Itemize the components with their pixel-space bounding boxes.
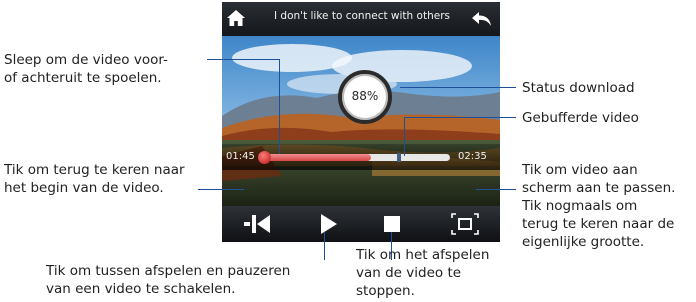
video-player-screen: I don't like to connect with others 88% … xyxy=(222,2,500,242)
progress-thumb[interactable] xyxy=(258,151,271,164)
seek-annotation: Sleep om de video voor- of achteruit te … xyxy=(4,51,168,87)
fit-annotation-line: Tik nogmaals om xyxy=(522,198,638,214)
restart-annotation-line: Tik om terug te keren naar xyxy=(4,162,185,178)
back-arrow-icon xyxy=(472,12,491,26)
fit-callout-line xyxy=(476,189,516,190)
play-icon xyxy=(321,214,337,234)
status-download-annotation: Status download xyxy=(522,80,635,96)
status-callout-line xyxy=(400,87,516,88)
stop-button[interactable] xyxy=(382,214,402,234)
fit-annotation-line: Tik om video aan xyxy=(522,162,638,178)
fit-to-screen-button[interactable] xyxy=(450,212,480,236)
seek-callout-line xyxy=(207,59,279,60)
seek-callout-line-vertical xyxy=(279,59,280,154)
progress-fill xyxy=(262,154,371,161)
restart-callout-line xyxy=(198,189,244,190)
back-button[interactable] xyxy=(470,9,494,29)
playpause-callout-line xyxy=(324,232,325,260)
home-button[interactable] xyxy=(226,8,246,28)
stop-icon xyxy=(384,216,400,232)
playpause-annotation-line: van een video te schakelen. xyxy=(46,281,236,297)
restart-annotation: Tik om terug te keren naar het begin van… xyxy=(4,161,185,197)
progress-area: 01:45 02:35 xyxy=(222,144,500,170)
time-elapsed: 01:45 xyxy=(226,151,255,162)
buffer-callout-line xyxy=(404,117,516,118)
stop-annotation-line: stoppen. xyxy=(356,283,415,299)
progress-bar[interactable] xyxy=(258,151,450,164)
stop-annotation: Tik om het afspelen van de video te stop… xyxy=(356,246,489,300)
time-total: 02:35 xyxy=(458,151,487,162)
playpause-annotation-line: Tik om tussen afspelen en pauzeren xyxy=(46,263,291,279)
stop-annotation-line: Tik om het afspelen xyxy=(356,247,490,263)
stop-annotation-line: van de video te xyxy=(356,265,462,281)
fit-annotation: Tik om video aan scherm aan te passen. T… xyxy=(522,161,675,251)
fit-annotation-line: scherm aan te passen. xyxy=(522,180,676,196)
play-pause-button[interactable] xyxy=(316,212,340,236)
title-bar: I don't like to connect with others xyxy=(222,2,500,36)
seek-annotation-line: of achteruit te spoelen. xyxy=(4,70,162,86)
restart-button[interactable] xyxy=(242,212,272,236)
home-icon xyxy=(227,10,245,26)
download-status-value: 88% xyxy=(351,89,379,103)
playback-controls xyxy=(222,206,500,242)
fit-to-screen-icon xyxy=(451,213,479,235)
video-title: I don't like to connect with others xyxy=(274,10,450,22)
seek-annotation-line: Sleep om de video voor- xyxy=(4,52,168,68)
download-status-indicator: 88% xyxy=(338,70,392,124)
fit-annotation-line: terug te keren naar de xyxy=(522,216,675,232)
restart-annotation-line: het begin van de video. xyxy=(4,180,164,196)
buffer-callout-line-vertical xyxy=(404,117,405,156)
buffer-marker xyxy=(397,153,401,162)
fit-annotation-line: eigenlijke grootte. xyxy=(522,234,645,250)
playpause-annotation: Tik om tussen afspelen en pauzeren van e… xyxy=(46,262,290,298)
buffered-video-annotation: Gebufferde video xyxy=(522,110,639,126)
skip-to-start-icon xyxy=(244,215,270,233)
